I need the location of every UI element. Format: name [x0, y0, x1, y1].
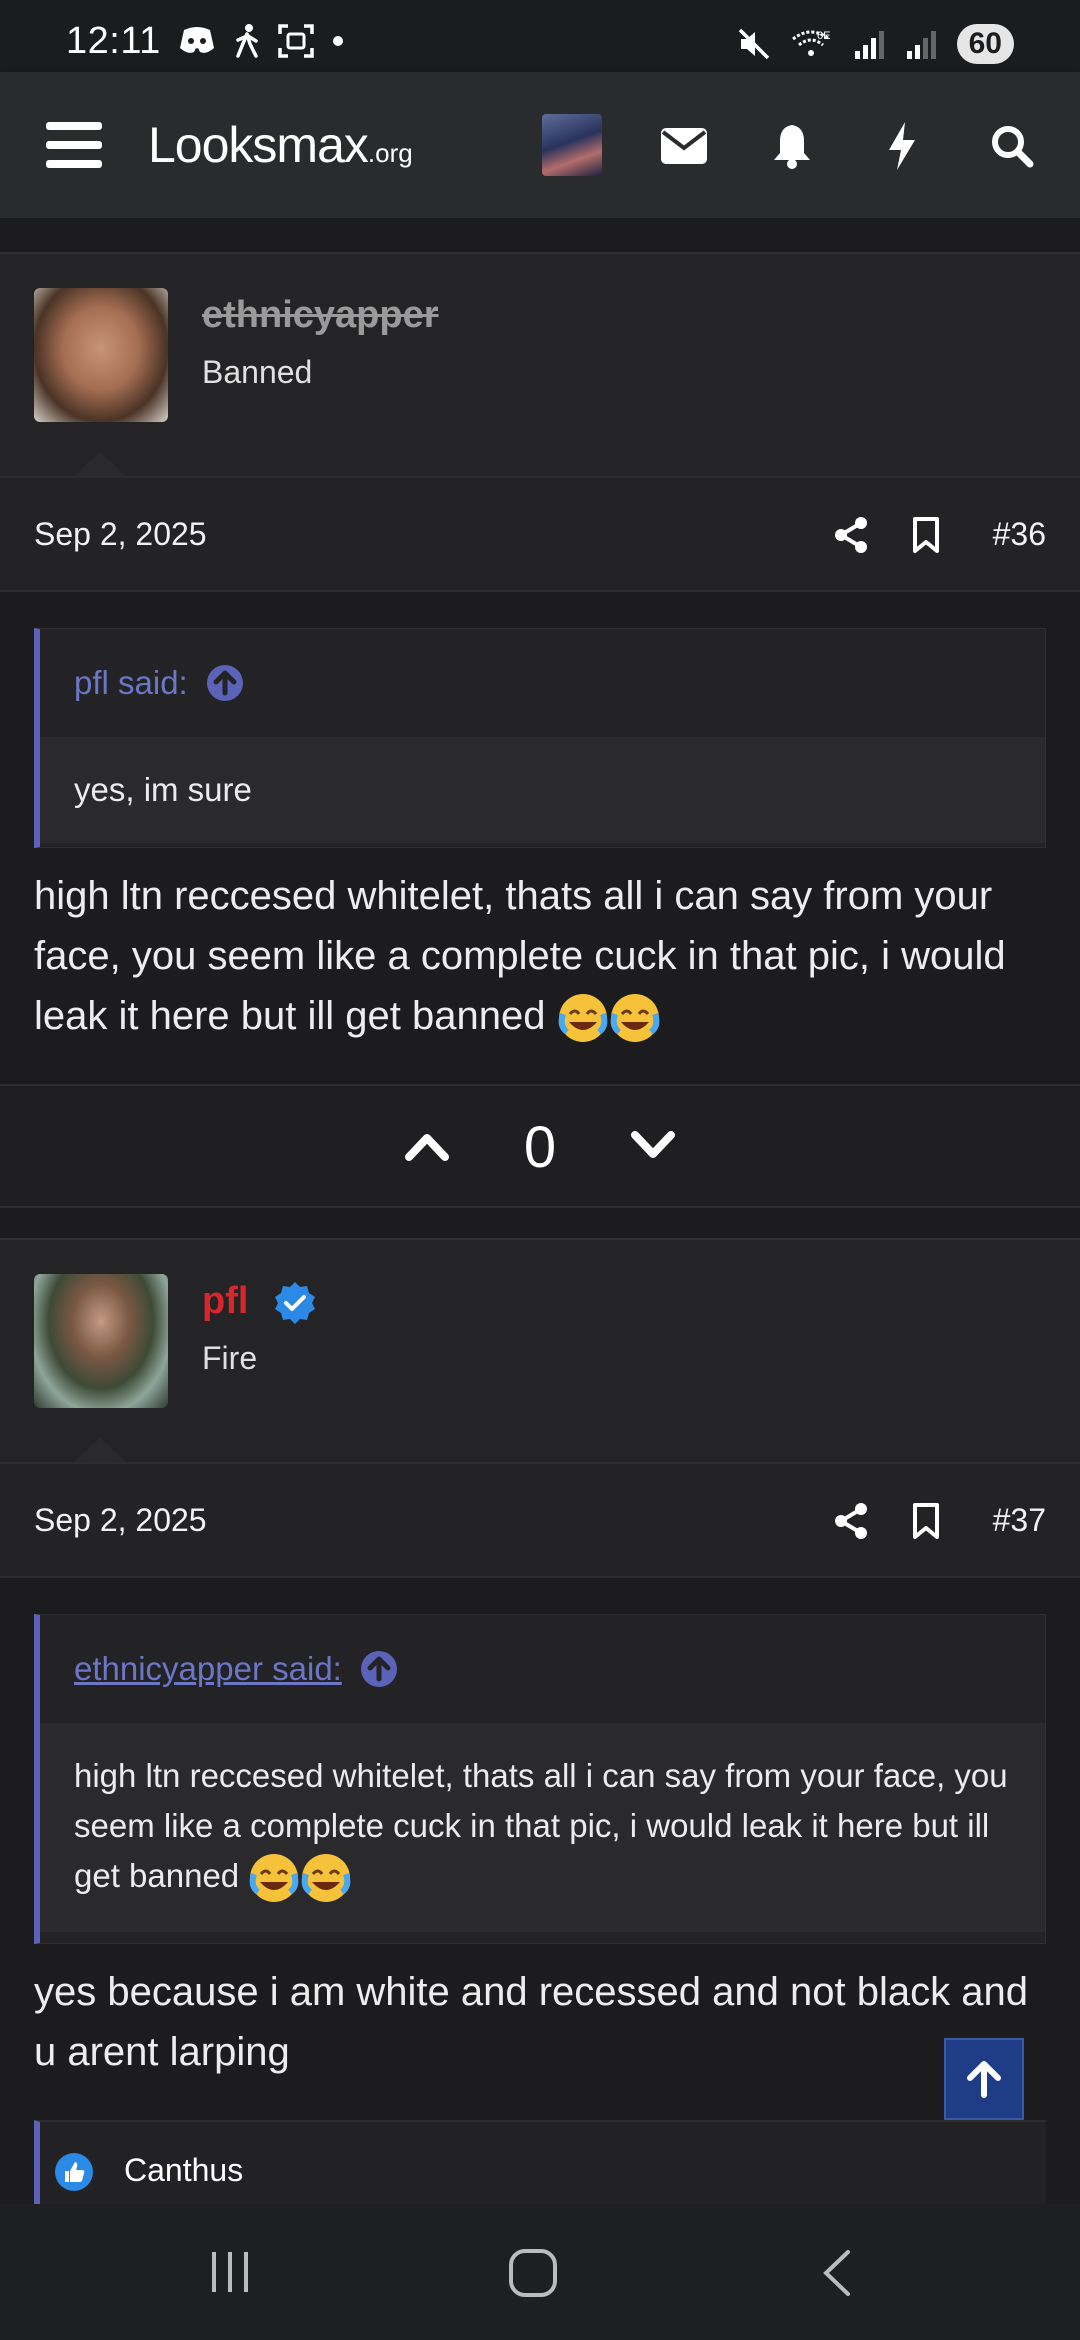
envelope-icon: [661, 128, 707, 164]
user-avatar-button[interactable]: [542, 114, 602, 176]
go-to-quote-icon[interactable]: [360, 1650, 398, 1688]
signal-icon-1: [854, 31, 884, 59]
quote-header: pfl said:: [40, 629, 1045, 737]
crying-laughing-emoji: [558, 994, 607, 1043]
post-37-body: yes because i am white and recessed and …: [34, 1970, 1028, 2074]
site-logo[interactable]: Looksmax.org: [148, 116, 413, 174]
post-36-body: high ltn reccesed whitelet, thats all i …: [34, 866, 1054, 1046]
post-body-text: high ltn reccesed whitelet, thats all i …: [34, 874, 1006, 1038]
dot-icon: [333, 36, 343, 46]
post-36-user-block: ethnicyapper Banned: [0, 252, 1080, 478]
quote-block-pfl: pfl said: yes, im sure: [34, 628, 1046, 848]
bookmark-icon[interactable]: [912, 516, 940, 554]
username-pfl[interactable]: pfl: [202, 1280, 317, 1325]
share-icon[interactable]: [834, 1502, 868, 1540]
crying-laughing-emoji: [250, 1854, 299, 1903]
verified-badge-icon: [275, 1281, 315, 1324]
quote-text-block: high ltn reccesed whitelet, thats all i …: [40, 1723, 1045, 1933]
post-37-user-block: pfl Fire: [0, 1238, 1080, 1464]
quote-text: high ltn reccesed whitelet, thats all i …: [74, 1757, 1008, 1894]
quote-header: ethnicyapper said:: [40, 1615, 1045, 1723]
wifi-icon: 6E: [791, 30, 830, 56]
lightning-icon: [889, 122, 915, 170]
recent-apps-icon[interactable]: [206, 2248, 254, 2296]
logo-text: Looksmax: [148, 117, 369, 173]
username-pfl-text: pfl: [202, 1280, 249, 1322]
logo-suffix: .org: [367, 138, 413, 168]
quote-author[interactable]: pfl said:: [74, 664, 188, 702]
mute-icon: [738, 28, 769, 60]
system-nav-bar: [0, 2204, 1080, 2340]
search-icon: [992, 126, 1034, 168]
post-36-vote-row: 0: [0, 1084, 1080, 1208]
reaction-users[interactable]: Canthus: [124, 2152, 243, 2189]
avatar-pfl[interactable]: [34, 1274, 168, 1408]
user-title-banned: Banned: [202, 354, 313, 390]
menu-icon: [46, 122, 102, 130]
user-block-pointer: [72, 1438, 128, 1464]
reaction-bar[interactable]: Canthus: [34, 2120, 1046, 2204]
discord-icon: [180, 27, 214, 53]
post-number[interactable]: #36: [993, 516, 1046, 553]
search-button[interactable]: [984, 118, 1040, 174]
user-block-pointer: [72, 452, 128, 478]
battery-indicator: 60: [956, 24, 1014, 64]
user-title-fire: Fire: [202, 1340, 258, 1376]
back-icon[interactable]: [818, 2248, 854, 2298]
scroll-to-top-button[interactable]: [944, 2038, 1024, 2120]
inbox-button[interactable]: [656, 118, 712, 174]
status-icons-right: 6E 60: [737, 24, 1014, 64]
screenshot-icon: [278, 24, 314, 58]
status-time: 12:11: [66, 20, 161, 62]
status-icons-left: [178, 24, 344, 58]
avatar-ethnicyapper[interactable]: [34, 288, 168, 422]
status-bar: 12:11 6E 60: [0, 0, 1080, 72]
post-36-meta: Sep 2, 2025 #36: [0, 476, 1080, 592]
upvote-icon[interactable]: [404, 1130, 450, 1162]
quote-author[interactable]: ethnicyapper said:: [74, 1650, 342, 1688]
quote-block-ethnicyapper: ethnicyapper said: high ltn reccesed whi…: [34, 1614, 1046, 1944]
signal-icon-2: [906, 31, 936, 59]
svg-text:6E: 6E: [817, 30, 830, 42]
alerts-button[interactable]: [764, 118, 820, 174]
share-icon[interactable]: [834, 516, 868, 554]
crying-laughing-emoji: [610, 994, 659, 1043]
quote-text: yes, im sure: [40, 737, 1045, 843]
downvote-icon[interactable]: [630, 1130, 676, 1162]
home-icon[interactable]: [508, 2248, 558, 2298]
menu-button[interactable]: [46, 122, 102, 168]
bell-icon: [774, 125, 810, 169]
whats-new-button[interactable]: [874, 118, 930, 174]
crying-laughing-emoji: [302, 1854, 351, 1903]
like-reaction-icon: [55, 2153, 93, 2191]
go-to-quote-icon[interactable]: [206, 664, 244, 702]
post-date[interactable]: Sep 2, 2025: [34, 516, 207, 553]
walking-icon: [236, 24, 258, 58]
arrow-up-icon: [967, 2061, 1001, 2098]
site-navbar: Looksmax.org: [0, 72, 1080, 218]
bookmark-icon[interactable]: [912, 1502, 940, 1540]
username-ethnicyapper[interactable]: ethnicyapper: [202, 294, 439, 337]
thread-content: ethnicyapper Banned Sep 2, 2025 #36 pfl …: [0, 218, 1080, 2204]
post-date[interactable]: Sep 2, 2025: [34, 1502, 207, 1539]
post-37-meta: Sep 2, 2025 #37: [0, 1462, 1080, 1578]
post-number[interactable]: #37: [993, 1502, 1046, 1539]
vote-count: 0: [523, 1115, 557, 1180]
